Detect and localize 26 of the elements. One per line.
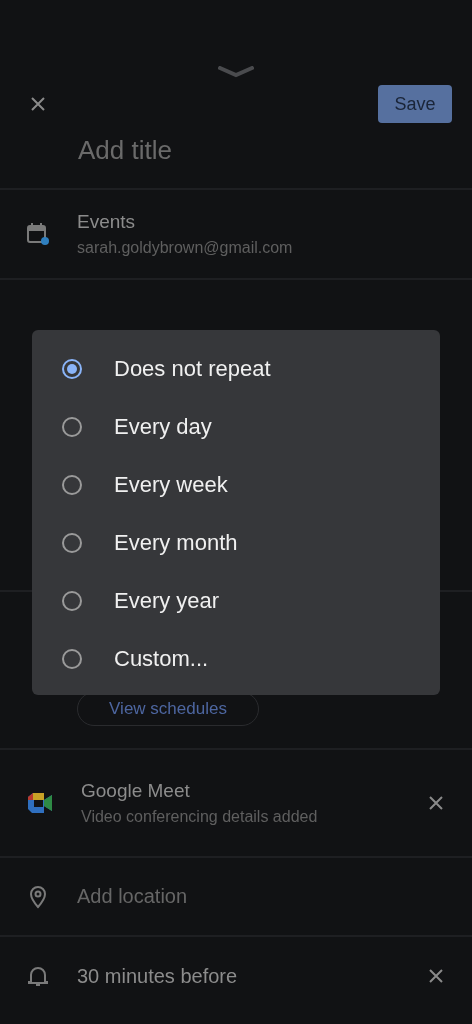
close-icon[interactable]: [30, 96, 46, 112]
calendar-icon: [26, 222, 50, 246]
conference-name: Google Meet: [81, 780, 191, 802]
close-icon[interactable]: [428, 968, 444, 984]
radio-button[interactable]: [62, 649, 82, 669]
notification-time: 30 minutes before: [77, 964, 239, 988]
menu-option[interactable]: Every month: [32, 514, 440, 572]
menu-option[interactable]: Every year: [32, 572, 440, 630]
close-icon[interactable]: [428, 795, 444, 811]
video-camera-icon: [26, 791, 54, 815]
bell-icon: [26, 964, 50, 988]
title-field[interactable]: Add title: [78, 130, 378, 170]
menu-option[interactable]: Does not repeat: [32, 340, 440, 398]
conference-detail: Video conferencing details added: [81, 808, 319, 826]
calendar-name: Events: [77, 211, 137, 233]
menu-option[interactable]: Every week: [32, 456, 440, 514]
drag-handle-icon[interactable]: [218, 66, 254, 78]
radio-button[interactable]: [62, 533, 82, 553]
location-field[interactable]: Add location: [77, 885, 377, 908]
menu-option[interactable]: Custom...: [32, 630, 440, 688]
account-email: sarah.goldybrown@gmail.com: [77, 239, 293, 257]
radio-button[interactable]: [62, 591, 82, 611]
radio-button[interactable]: [62, 359, 82, 379]
radio-button[interactable]: [62, 417, 82, 437]
radio-button[interactable]: [62, 475, 82, 495]
menu-option[interactable]: Every day: [32, 398, 440, 456]
